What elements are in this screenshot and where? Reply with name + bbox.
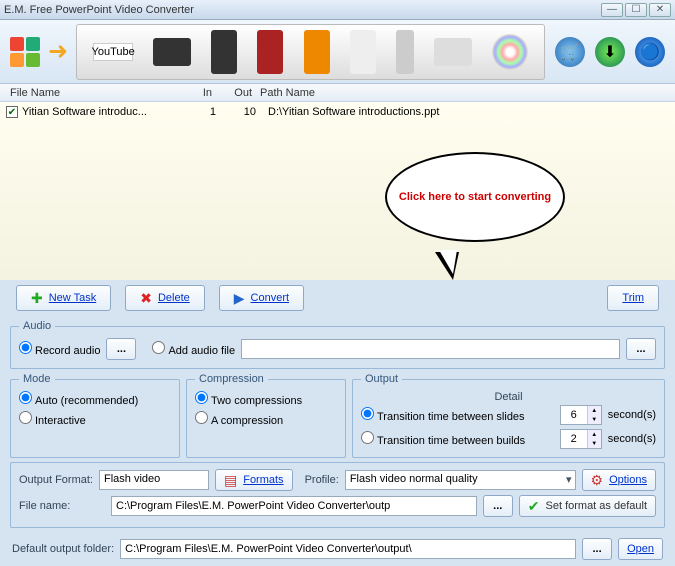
row-in: 1 (176, 106, 216, 118)
seconds-label-2: second(s) (608, 433, 656, 445)
two-compressions-radio[interactable]: Two compressions (195, 391, 337, 407)
row-path: D:\Yitian Software introductions.ppt (256, 106, 669, 118)
trim-label: Trim (622, 292, 644, 304)
zune-icon (257, 30, 283, 74)
compression-legend: Compression (195, 373, 268, 385)
walkman-icon (304, 30, 330, 74)
table-row[interactable]: ✔ Yitian Software introduc... 1 10 D:\Yi… (6, 104, 669, 120)
arrow-icon: ➜ (48, 37, 68, 66)
x-icon: ✖ (140, 290, 152, 307)
app-logo-icon (10, 37, 40, 67)
output-legend: Output (361, 373, 402, 385)
toolbar-icons: 🛒 ⬇ 🔵 (555, 37, 665, 67)
col-path: Path Name (256, 87, 669, 99)
audio-file-input[interactable] (241, 339, 620, 359)
col-in: In (176, 87, 216, 99)
trans-builds-spinner[interactable]: ▲▼ (560, 429, 602, 449)
trans-builds-radio[interactable]: Transition time between builds (361, 431, 554, 447)
default-folder-input[interactable] (120, 539, 576, 559)
audio-file-browse[interactable]: ... (626, 338, 656, 360)
action-row: ✚ New Task ✖ Delete ▶ Convert Trim (0, 280, 675, 316)
callout-tail (435, 252, 459, 280)
filename-label: File name: (19, 500, 105, 512)
psp-icon (153, 38, 191, 66)
record-audio-browse[interactable]: ... (106, 338, 136, 360)
nano-icon (396, 30, 414, 74)
one-compression-radio[interactable]: A compression (195, 411, 337, 427)
callout-text: Click here to start converting (399, 191, 551, 203)
mode-interactive-radio[interactable]: Interactive (19, 411, 171, 427)
row-out: 10 (216, 106, 256, 118)
profile-label: Profile: (305, 474, 339, 486)
add-audio-radio[interactable]: Add audio file (152, 341, 235, 357)
output-format-value: Flash video (99, 470, 209, 490)
filename-input[interactable] (111, 496, 477, 516)
open-label: Open (627, 543, 654, 555)
toolbar: ➜ YouTube 🛒 ⬇ 🔵 (0, 20, 675, 84)
audio-legend: Audio (19, 320, 55, 332)
seconds-label: second(s) (608, 409, 656, 421)
callout: Click here to start converting (385, 152, 575, 262)
row-filename: Yitian Software introduc... (22, 106, 176, 118)
titlebar: E.M. Free PowerPoint Video Converter — ☐… (0, 0, 675, 20)
trim-button[interactable]: Trim (607, 285, 659, 311)
open-button[interactable]: Open (618, 538, 663, 560)
file-list[interactable]: ✔ Yitian Software introduc... 1 10 D:\Yi… (0, 102, 675, 280)
mode-group: Mode Auto (recommended) Interactive (10, 373, 180, 458)
ipod-icon (350, 30, 376, 74)
filename-browse[interactable]: ... (483, 495, 513, 517)
options-label: Options (609, 474, 647, 486)
plus-icon: ✚ (31, 290, 43, 307)
col-out: Out (216, 87, 256, 99)
options-button[interactable]: ⚙ Options (582, 469, 656, 491)
list-header: File Name In Out Path Name (0, 84, 675, 102)
window-buttons: — ☐ ✕ (601, 3, 671, 17)
new-task-button[interactable]: ✚ New Task (16, 285, 111, 311)
delete-label: Delete (158, 292, 190, 304)
trans-slides-radio[interactable]: Transition time between slides (361, 407, 554, 423)
mode-auto-radio[interactable]: Auto (recommended) (19, 391, 171, 407)
compression-group: Compression Two compressions A compressi… (186, 373, 346, 458)
cd-icon (492, 34, 528, 70)
output-group: Output Detail Transition time between sl… (352, 373, 665, 458)
footer: Default output folder: ... Open (0, 532, 675, 566)
maximize-button[interactable]: ☐ (625, 3, 647, 17)
default-folder-browse[interactable]: ... (582, 538, 612, 560)
record-audio-radio[interactable]: Record audio (19, 341, 100, 357)
close-button[interactable]: ✕ (649, 3, 671, 17)
set-default-label: Set format as default (546, 500, 648, 512)
convert-label: Convert (251, 292, 290, 304)
devices-banner: YouTube (76, 24, 545, 80)
set-default-button[interactable]: ✔ Set format as default (519, 495, 656, 517)
output-format-label: Output Format: (19, 474, 93, 486)
convert-button[interactable]: ▶ Convert (219, 285, 304, 311)
delete-button[interactable]: ✖ Delete (125, 285, 205, 311)
window-title: E.M. Free PowerPoint Video Converter (4, 4, 601, 16)
col-filename: File Name (6, 87, 176, 99)
mode-legend: Mode (19, 373, 55, 385)
minimize-button[interactable]: — (601, 3, 623, 17)
youtube-icon: YouTube (93, 43, 133, 61)
formats-button[interactable]: ▤ Formats (215, 469, 293, 491)
audio-group: Audio Record audio ... Add audio file ..… (10, 320, 665, 369)
check-icon: ✔ (528, 498, 540, 515)
new-task-label: New Task (49, 292, 96, 304)
trans-slides-spinner[interactable]: ▲▼ (560, 405, 602, 425)
detail-label: Detail (361, 391, 656, 403)
cart-icon[interactable]: 🛒 (555, 37, 585, 67)
profile-select[interactable]: Flash video normal quality (345, 470, 576, 490)
appletv-icon (434, 38, 472, 66)
play-icon: ▶ (234, 290, 245, 307)
format-area: Output Format: Flash video ▤ Formats Pro… (10, 462, 665, 528)
callout-bubble: Click here to start converting (385, 152, 565, 242)
phone-icon (211, 30, 237, 74)
default-folder-label: Default output folder: (12, 543, 114, 555)
globe-icon[interactable]: 🔵 (635, 37, 665, 67)
formats-label: Formats (243, 474, 283, 486)
formats-icon: ▤ (224, 472, 237, 489)
options-icon: ⚙ (591, 472, 604, 489)
row-checkbox[interactable]: ✔ (6, 106, 18, 118)
download-icon[interactable]: ⬇ (595, 37, 625, 67)
settings-row: Mode Auto (recommended) Interactive Comp… (10, 373, 665, 458)
